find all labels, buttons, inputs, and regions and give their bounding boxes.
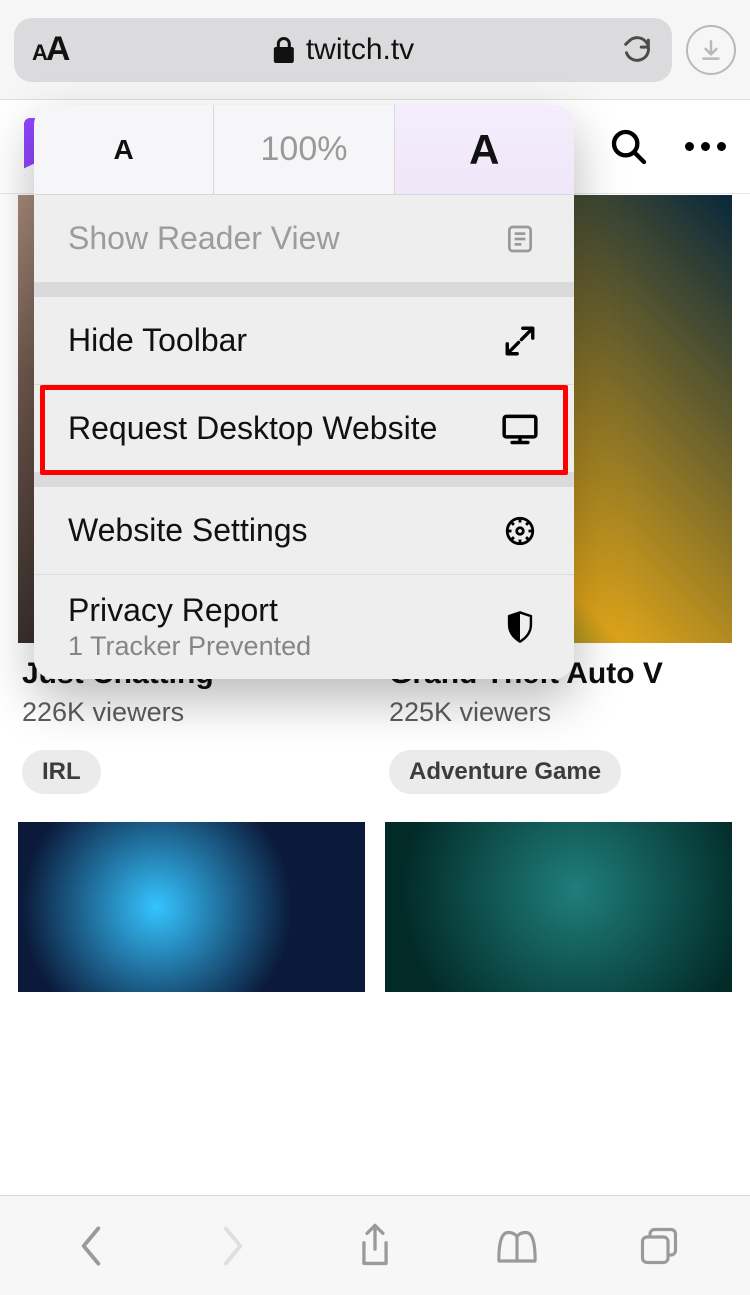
share-button[interactable] — [349, 1220, 401, 1272]
menu-reader-view: Show Reader View — [34, 195, 574, 283]
reader-icon — [500, 223, 540, 255]
more-button[interactable] — [685, 142, 726, 151]
bottom-toolbar — [0, 1195, 750, 1295]
shield-icon — [500, 610, 540, 644]
category-card[interactable] — [385, 822, 732, 992]
text-size-button[interactable]: A A — [32, 30, 70, 69]
browser-top-bar: A A twitch.tv — [0, 0, 750, 100]
lock-icon — [272, 36, 296, 64]
menu-label: Request Desktop Website — [68, 410, 437, 447]
menu-request-desktop[interactable]: Request Desktop Website — [34, 385, 574, 473]
text-size-popover: A 100% A Show Reader View Hide Toolbar R… — [34, 105, 574, 679]
bookmarks-button[interactable] — [491, 1220, 543, 1272]
tabs-button[interactable] — [633, 1220, 685, 1272]
url-display[interactable]: twitch.tv — [272, 33, 414, 67]
menu-hide-toolbar[interactable]: Hide Toolbar — [34, 297, 574, 385]
category-tag[interactable]: IRL — [22, 750, 101, 794]
category-viewers: 226K viewers — [22, 697, 361, 728]
address-bar[interactable]: A A twitch.tv — [14, 18, 672, 82]
menu-label: Website Settings — [68, 512, 308, 549]
zoom-percent[interactable]: 100% — [214, 105, 394, 194]
expand-icon — [500, 324, 540, 358]
zoom-out-button[interactable]: A — [34, 105, 214, 194]
menu-label: Hide Toolbar — [68, 322, 247, 359]
category-card[interactable] — [18, 822, 365, 992]
zoom-in-button[interactable]: A — [395, 105, 574, 194]
menu-privacy-report[interactable]: Privacy Report 1 Tracker Prevented — [34, 575, 574, 679]
url-text: twitch.tv — [306, 33, 414, 67]
forward-button — [207, 1220, 259, 1272]
monitor-icon — [500, 412, 540, 446]
back-button[interactable] — [65, 1220, 117, 1272]
menu-label: Show Reader View — [68, 220, 340, 257]
menu-sublabel: 1 Tracker Prevented — [68, 631, 311, 662]
category-cover — [385, 822, 732, 992]
search-icon[interactable] — [609, 127, 649, 167]
menu-website-settings[interactable]: Website Settings — [34, 487, 574, 575]
reload-button[interactable] — [620, 32, 654, 68]
zoom-row: A 100% A — [34, 105, 574, 195]
category-cover — [18, 822, 365, 992]
category-tag[interactable]: Adventure Game — [389, 750, 621, 794]
category-viewers: 225K viewers — [389, 697, 728, 728]
gear-icon — [500, 514, 540, 548]
aa-big: A — [46, 30, 71, 69]
downloads-button[interactable] — [686, 25, 736, 75]
menu-label: Privacy Report — [68, 592, 311, 629]
